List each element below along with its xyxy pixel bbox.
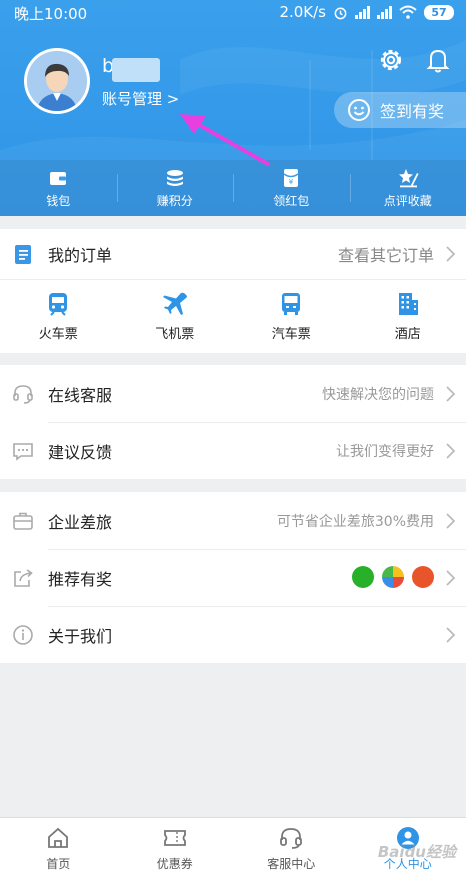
about-us-row[interactable]: 关于我们 — [0, 606, 466, 663]
more-card: 企业差旅 可节省企业差旅30%费用 推荐有奖 关于我们 — [0, 492, 466, 663]
order-type-hotel[interactable]: 酒店 — [350, 280, 466, 353]
quick-action-reviews-favorites[interactable]: 点评收藏 — [349, 160, 466, 216]
svg-text:¥: ¥ — [289, 178, 294, 186]
alarm-icon — [334, 7, 347, 19]
wifi-icon — [399, 5, 417, 19]
train-icon — [49, 293, 68, 316]
chevron-right-icon — [446, 513, 456, 529]
row-hint: 快速解决您的问题 — [322, 386, 434, 403]
watermark: Baidu经验 — [377, 843, 456, 861]
orders-row[interactable]: 我的订单 查看其它订单 — [0, 229, 466, 279]
moments-icon[interactable] — [382, 566, 404, 588]
share-icon — [14, 569, 33, 587]
row-label: 关于我们 — [48, 626, 113, 646]
row-label: 建议反馈 — [48, 442, 113, 462]
network-speed: 2.0K/s — [279, 3, 326, 21]
tab-coupons[interactable]: 优惠券 — [117, 818, 234, 878]
row-hint: 让我们变得更好 — [336, 443, 434, 460]
order-type-plane[interactable]: 飞机票 — [117, 280, 234, 353]
checkin-label: 签到有奖 — [380, 102, 445, 121]
gear-icon[interactable] — [375, 44, 407, 76]
service-card: 在线客服 快速解决您的问题 建议反馈 让我们变得更好 — [0, 365, 466, 479]
coins-icon — [166, 170, 183, 186]
share-channels — [352, 566, 434, 588]
row-label: 企业差旅 — [48, 512, 113, 532]
chevron-right-icon — [446, 246, 456, 262]
business-travel-row[interactable]: 企业差旅 可节省企业差旅30%费用 — [0, 492, 466, 549]
bell-icon[interactable] — [422, 44, 454, 76]
referral-row[interactable]: 推荐有奖 — [0, 549, 466, 606]
bottom-tab-bar: 首页 优惠券 客服中心 个人中心 Baidu经验 — [0, 817, 466, 878]
tab-label: 客服中心 — [267, 856, 316, 871]
home-icon — [48, 827, 69, 848]
signal-icon — [355, 5, 370, 19]
online-support-row[interactable]: 在线客服 快速解决您的问题 — [0, 365, 466, 422]
plane-icon — [162, 292, 187, 315]
bus-icon — [282, 293, 301, 315]
feedback-icon — [13, 443, 33, 461]
avatar-person-icon — [27, 51, 87, 111]
quick-action-red-envelope[interactable]: ¥ 领红包 — [233, 160, 350, 216]
quick-action-label: 赚积分 — [156, 194, 193, 208]
order-types: 火车票 飞机票 汽车票 酒店 — [0, 279, 466, 353]
username-redaction — [112, 58, 160, 82]
checkin-reward-button[interactable]: 签到有奖 — [334, 92, 466, 128]
account-management-link[interactable]: 账号管理 > — [102, 88, 179, 109]
order-type-label: 飞机票 — [155, 327, 195, 342]
orders-hint: 查看其它订单 — [337, 246, 434, 265]
chevron-right-icon — [446, 570, 456, 586]
weibo-icon[interactable] — [412, 566, 434, 588]
quick-action-earn-points[interactable]: 赚积分 — [116, 160, 234, 216]
order-type-label: 火车票 — [38, 327, 78, 342]
order-type-label: 汽车票 — [271, 327, 311, 342]
orders-title: 我的订单 — [48, 246, 113, 265]
ticket-icon — [163, 829, 186, 846]
battery-indicator: 57 — [424, 4, 454, 20]
feedback-row[interactable]: 建议反馈 让我们变得更好 — [0, 422, 466, 479]
wallet-icon — [50, 172, 67, 185]
orders-card: 我的订单 查看其它订单 火车票 飞机票 汽车票 酒店 — [0, 229, 466, 353]
order-type-train[interactable]: 火车票 — [0, 280, 117, 353]
signal-icon-2 — [377, 5, 392, 19]
tab-home[interactable]: 首页 — [0, 818, 117, 878]
order-type-label: 酒店 — [394, 327, 421, 342]
quick-action-label: 领红包 — [273, 194, 310, 208]
row-hint: 可节省企业差旅30%费用 — [276, 513, 434, 530]
tab-service-center[interactable]: 客服中心 — [233, 818, 350, 878]
quick-actions-bar: 钱包 赚积分 ¥ 领红包 点评收藏 — [0, 160, 466, 216]
headset-icon — [13, 385, 33, 404]
status-time: 晚上10:00 — [14, 5, 88, 23]
chevron-right-icon — [446, 627, 456, 643]
tab-label: 优惠券 — [156, 856, 193, 871]
quick-action-wallet[interactable]: 钱包 — [0, 160, 117, 216]
wechat-icon[interactable] — [352, 566, 374, 588]
profile-header: 晚上10:00 2.0K/s 57 b 账号管理 > 签到有奖 钱包 赚积分 ¥… — [0, 0, 466, 216]
star-pen-icon — [398, 169, 419, 188]
headset-icon — [280, 827, 303, 849]
chevron-right-icon — [446, 443, 456, 459]
quick-action-label: 钱包 — [46, 194, 71, 208]
hotel-icon — [398, 293, 418, 315]
briefcase-icon — [13, 512, 33, 530]
tab-label: 首页 — [46, 856, 71, 871]
avatar[interactable] — [24, 48, 90, 114]
red-envelope-icon: ¥ — [283, 169, 299, 187]
row-label: 推荐有奖 — [48, 569, 113, 589]
order-type-bus[interactable]: 汽车票 — [233, 280, 350, 353]
status-bar: 晚上10:00 2.0K/s 57 — [0, 0, 466, 24]
quick-action-label: 点评收藏 — [383, 194, 432, 208]
clipboard-icon — [15, 245, 31, 264]
row-label: 在线客服 — [48, 385, 113, 405]
info-icon — [13, 625, 33, 645]
chevron-right-icon — [446, 386, 456, 402]
smiley-icon — [348, 99, 370, 121]
